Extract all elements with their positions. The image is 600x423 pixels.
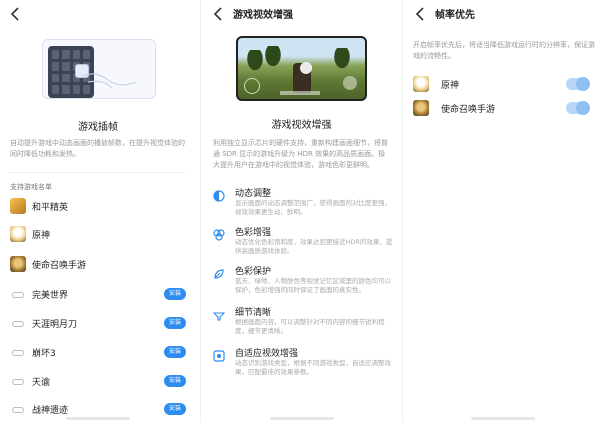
game-row-tianyu: 天谕 安装 bbox=[10, 371, 186, 391]
eye-icon bbox=[300, 62, 312, 74]
install-button[interactable]: 安装 bbox=[164, 375, 186, 387]
genshin-icon bbox=[10, 226, 26, 242]
supported-games-label: 支持游戏名单 bbox=[10, 183, 52, 191]
game-row-genshin[interactable]: 原神 bbox=[10, 224, 186, 244]
frame-priority-toggle[interactable] bbox=[566, 77, 590, 91]
game-row-perfect-world: 完美世界 安装 bbox=[10, 284, 186, 304]
game-row-honkai3: 崩坏3 安装 bbox=[10, 342, 186, 362]
hand-gesture-icon bbox=[81, 73, 137, 89]
home-indicator[interactable] bbox=[269, 417, 334, 420]
panel-divider bbox=[402, 0, 403, 423]
back-arrow-icon[interactable] bbox=[211, 6, 227, 22]
game-row-cod-mobile[interactable]: 使命召唤手游 bbox=[10, 254, 186, 274]
peace-elite-icon bbox=[10, 198, 26, 214]
install-button[interactable]: 安装 bbox=[164, 403, 186, 415]
install-button[interactable]: 安装 bbox=[164, 317, 186, 329]
color-protect-icon bbox=[214, 269, 224, 279]
home-indicator[interactable] bbox=[66, 417, 130, 420]
feature-title: 游戏插帧 bbox=[78, 122, 118, 133]
genshin-icon bbox=[413, 76, 429, 92]
feature-description: 开启帧率优先后，将适当降低游戏运行时的分辨率，保证游戏的流畅性。 bbox=[413, 41, 595, 60]
frame-rate-priority-panel: 帧率优先 开启帧率优先后，将适当降低游戏运行时的分辨率，保证游戏的流畅性。 原神… bbox=[405, 0, 600, 423]
frame-interpolation-panel: 游戏插帧 自动提升游戏中动态画面的播放帧数，在提升视觉体验的同时降低功耗和发热。… bbox=[0, 0, 196, 423]
cod-mobile-icon bbox=[10, 256, 26, 272]
home-indicator[interactable] bbox=[470, 417, 535, 420]
joystick-icon bbox=[244, 78, 260, 94]
feature-description: 利用独立显示芯片的硬件支持，重新构建画面细节，将普通 SDR 显示的游戏升级为 … bbox=[213, 139, 388, 169]
visual-enhance-panel: 游戏视效增强 游戏视效增强 利用独立显示芯片的硬件支持，重新构建画面细节，将普通… bbox=[203, 0, 400, 423]
panel-divider bbox=[200, 0, 201, 423]
game-row-peace-elite[interactable]: 和平精英 bbox=[10, 196, 186, 216]
game-preview-image bbox=[236, 36, 367, 101]
link-icon bbox=[10, 286, 26, 302]
divider bbox=[10, 172, 186, 173]
dynamic-adjust-icon bbox=[213, 190, 225, 202]
link-icon bbox=[10, 315, 26, 331]
color-enhance-icon bbox=[213, 229, 225, 241]
detail-clear-icon bbox=[213, 312, 225, 321]
game-row-genshin: 原神 bbox=[413, 75, 592, 95]
link-icon bbox=[10, 373, 26, 389]
back-arrow-icon[interactable] bbox=[8, 6, 24, 22]
page-title: 帧率优先 bbox=[435, 10, 475, 21]
page-title: 游戏视效增强 bbox=[233, 10, 293, 21]
game-row-cod-mobile: 使命召唤手游 bbox=[413, 99, 592, 119]
install-button[interactable]: 安装 bbox=[164, 346, 186, 358]
frame-priority-toggle[interactable] bbox=[566, 101, 590, 115]
adaptive-enhance-icon bbox=[213, 350, 225, 362]
feature-title: 游戏视效增强 bbox=[271, 120, 332, 131]
install-button[interactable]: 安装 bbox=[164, 288, 186, 300]
game-row-war-god-relic: 战神遗迹 安装 bbox=[10, 399, 186, 419]
link-icon bbox=[10, 401, 26, 417]
feature-description: 自动提升游戏中动态画面的播放帧数，在提升视觉体验的同时降低功耗和发热。 bbox=[10, 139, 185, 158]
game-row-moonlight-blade: 天涯明月刀 安装 bbox=[10, 313, 186, 333]
cod-mobile-icon bbox=[413, 100, 429, 116]
link-icon bbox=[10, 344, 26, 360]
back-arrow-icon[interactable] bbox=[413, 6, 429, 22]
fire-button-icon bbox=[343, 76, 357, 90]
